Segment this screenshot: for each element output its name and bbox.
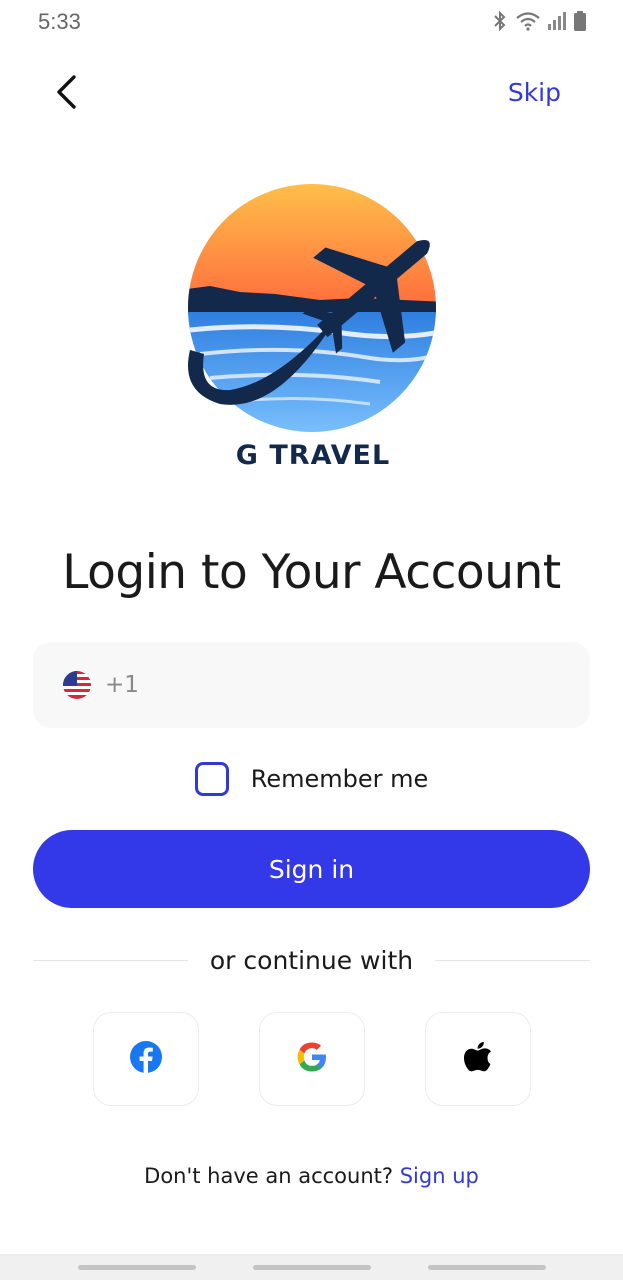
bluetooth-icon <box>491 10 509 32</box>
apple-login-button[interactable] <box>424 1012 531 1106</box>
dial-code[interactable]: +1 <box>105 672 139 698</box>
social-divider: or continue with <box>33 940 590 980</box>
skip-button[interactable]: Skip <box>508 78 561 107</box>
system-nav-bar <box>0 1254 623 1280</box>
divider-line-left <box>33 959 188 961</box>
social-login-row <box>0 1012 623 1106</box>
facebook-login-button[interactable] <box>92 1012 199 1106</box>
sign-up-link[interactable]: Sign up <box>400 1164 479 1188</box>
page-title: Login to Your Account <box>62 545 561 600</box>
facebook-icon <box>129 1040 163 1078</box>
signup-prompt: Don't have an account? <box>144 1164 394 1188</box>
nav-back-handle[interactable] <box>428 1265 546 1270</box>
logo-graphic <box>188 184 436 432</box>
status-bar: 5:33 <box>0 0 623 44</box>
chevron-left-icon <box>54 74 78 114</box>
us-flag-icon[interactable] <box>63 671 91 699</box>
remember-me-label[interactable]: Remember me <box>251 765 429 793</box>
google-icon <box>295 1040 329 1078</box>
remember-me-row: Remember me <box>0 762 623 796</box>
battery-icon <box>573 10 587 32</box>
signal-icon <box>547 10 567 32</box>
logo-text: G TRAVEL <box>235 440 391 471</box>
remember-me-checkbox[interactable] <box>194 762 229 796</box>
divider-line-right <box>435 959 590 961</box>
nav-home-handle[interactable] <box>253 1265 371 1270</box>
signup-row: Don't have an account? Sign up <box>0 1164 623 1188</box>
status-time: 5:33 <box>38 9 81 34</box>
sign-in-button[interactable]: Sign in <box>33 830 590 908</box>
google-login-button[interactable] <box>258 1012 365 1106</box>
phone-input[interactable] <box>144 642 590 728</box>
phone-field[interactable]: +1 <box>33 642 590 728</box>
nav-recents-handle[interactable] <box>78 1265 196 1270</box>
app-logo: G TRAVEL <box>180 182 446 482</box>
back-button[interactable] <box>46 74 86 114</box>
status-icons <box>491 10 587 32</box>
apple-icon <box>463 1040 493 1078</box>
divider-text: or continue with <box>209 945 414 975</box>
wifi-icon <box>515 10 541 32</box>
